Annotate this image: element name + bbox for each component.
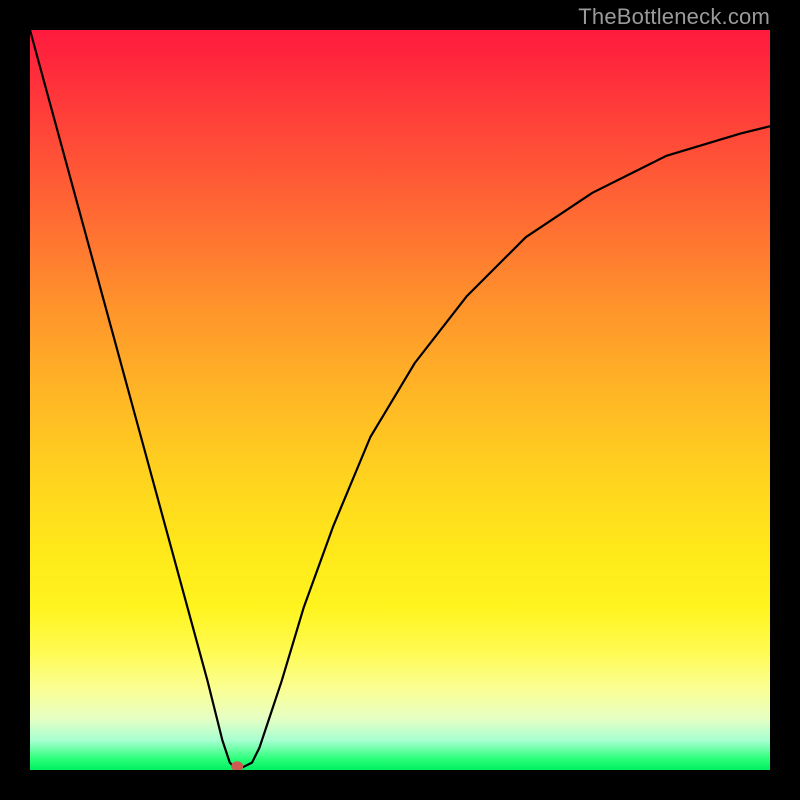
curve-svg: [30, 30, 770, 770]
watermark-text: TheBottleneck.com: [578, 4, 770, 30]
min-marker: [231, 761, 243, 770]
chart-frame: TheBottleneck.com: [0, 0, 800, 800]
bottleneck-curve: [30, 30, 770, 770]
plot-area: [30, 30, 770, 770]
